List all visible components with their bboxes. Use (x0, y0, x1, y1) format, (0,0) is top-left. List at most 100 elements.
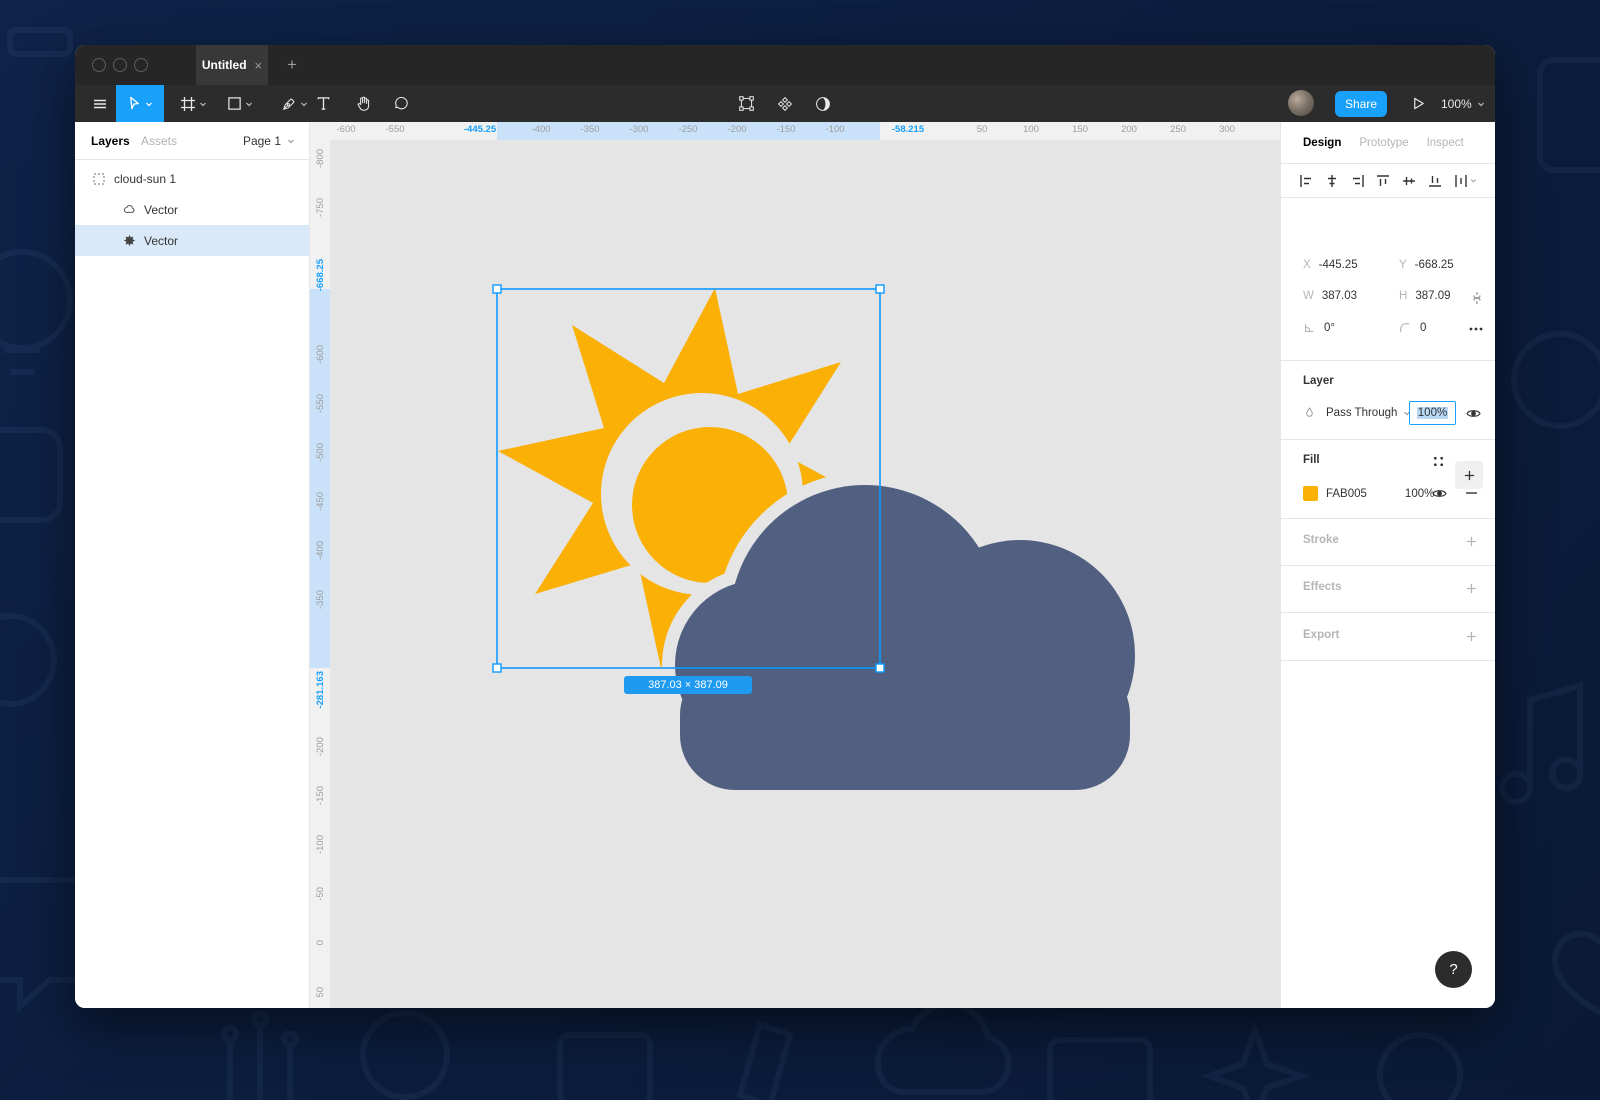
ruler-top[interactable]: -600-550-445.25-400-350-300-250-200-150-… (330, 122, 1280, 140)
user-avatar[interactable] (1288, 90, 1314, 116)
height-field[interactable]: H 387.09 (1399, 290, 1451, 302)
help-button[interactable]: ? (1435, 951, 1472, 988)
fill-opacity-value[interactable]: 100% (1405, 488, 1434, 500)
tab-assets[interactable]: Assets (141, 134, 177, 148)
fill-color-row[interactable]: FAB005 100% (1303, 486, 1434, 501)
blend-mode-value: Pass Through (1326, 407, 1397, 419)
ruler-label: -350 (580, 124, 599, 135)
ruler-label: -50 (310, 874, 330, 914)
selection-handle-bottom-left[interactable] (493, 664, 501, 672)
edit-object-button[interactable] (730, 85, 762, 122)
window-zoom-button[interactable] (134, 58, 148, 72)
share-button[interactable]: Share (1335, 91, 1387, 117)
candles-icon (224, 1013, 296, 1100)
rectangle-tool-icon (227, 96, 242, 111)
remove-fill-button[interactable] (1463, 486, 1479, 500)
add-export-button[interactable] (1463, 629, 1479, 643)
ruler-label: -150 (310, 776, 330, 816)
ruler-label: 50 (977, 124, 988, 135)
circle-icon (1514, 334, 1600, 426)
constrain-proportions-toggle[interactable] (1469, 290, 1485, 306)
layer-name: Vector (144, 234, 178, 248)
effects-section-title: Effects (1303, 581, 1341, 593)
frame-tool-icon (180, 96, 196, 112)
layer-row-vector-sun[interactable]: Vector (75, 225, 309, 256)
ruler-label: -400 (531, 124, 550, 135)
distribute-menu[interactable] (1454, 174, 1477, 188)
rotation-field[interactable]: 0° (1303, 322, 1335, 334)
w-label: W (1303, 290, 1314, 302)
text-tool-button[interactable] (307, 85, 339, 122)
tab-prototype[interactable]: Prototype (1359, 137, 1408, 149)
align-bottom-icon[interactable] (1428, 174, 1442, 188)
corner-radius-icon (1399, 322, 1411, 334)
y-position-field[interactable]: Y -668.25 (1399, 259, 1454, 271)
tab-layers[interactable]: Layers (91, 134, 130, 148)
photo-icon (1050, 1040, 1150, 1100)
chevron-down-icon[interactable] (245, 100, 253, 108)
layer-visibility-toggle[interactable] (1465, 406, 1481, 420)
design-panel: Design Prototype Inspect X -445.25 (1280, 122, 1495, 1008)
present-button[interactable] (1403, 85, 1433, 122)
ruler-label: -750 (310, 188, 330, 228)
file-tab[interactable]: Untitled × (196, 45, 268, 85)
file-tab-title: Untitled (202, 58, 247, 72)
play-icon (1411, 96, 1426, 111)
blend-mode-control[interactable]: Pass Through (1303, 406, 1411, 419)
layer-row-vector-cloud[interactable]: Vector (75, 194, 309, 225)
ruler-left[interactable]: -800-750-668.25-600-550-500-450-400-350-… (310, 140, 330, 1008)
selection-handle-top-right[interactable] (876, 285, 884, 293)
zoom-control[interactable]: 100% (1441, 85, 1485, 122)
square-icon (10, 30, 70, 54)
gear-icon (363, 1013, 447, 1097)
ruler-label: -200 (310, 727, 330, 767)
layer-section-title: Layer (1303, 375, 1334, 387)
square-icon (0, 430, 60, 520)
align-right-icon[interactable] (1351, 174, 1365, 188)
comment-tool-button[interactable] (383, 85, 419, 122)
tablet-icon (1540, 60, 1600, 170)
fill-hex-value[interactable]: FAB005 (1326, 488, 1367, 500)
opacity-input[interactable]: 100% (1409, 401, 1456, 425)
fill-color-swatch[interactable] (1303, 486, 1318, 501)
fill-styles-button[interactable] (1431, 454, 1445, 468)
tab-close-icon[interactable]: × (255, 58, 263, 73)
canvas[interactable]: 387.03 × 387.09 (330, 140, 1280, 1008)
component-icon (777, 96, 793, 112)
window-minimize-button[interactable] (113, 58, 127, 72)
align-top-icon[interactable] (1376, 174, 1390, 188)
fill-visibility-toggle[interactable] (1431, 486, 1447, 500)
divider (1281, 439, 1495, 440)
more-options-button[interactable] (1467, 322, 1485, 336)
add-stroke-button[interactable] (1463, 534, 1479, 548)
ruler-label: 0 (310, 923, 330, 963)
selection-handle-bottom-right[interactable] (876, 664, 884, 672)
new-tab-button[interactable]: + (280, 45, 304, 85)
chevron-down-icon[interactable] (145, 100, 153, 108)
add-fill-button[interactable] (1455, 461, 1483, 489)
corner-radius-field[interactable]: 0 (1399, 322, 1426, 334)
hand-tool-button[interactable] (345, 85, 381, 122)
align-v-center-icon[interactable] (1402, 174, 1416, 188)
frame-tool-button[interactable] (171, 85, 215, 122)
ruler-label: 150 (1072, 124, 1088, 135)
tab-design[interactable]: Design (1303, 137, 1341, 149)
create-component-button[interactable] (769, 85, 801, 122)
chevron-down-icon[interactable] (199, 100, 207, 108)
tab-inspect[interactable]: Inspect (1427, 137, 1464, 149)
main-menu-button[interactable] (83, 85, 117, 122)
align-h-center-icon[interactable] (1325, 174, 1339, 188)
align-left-icon[interactable] (1299, 174, 1313, 188)
shape-tool-button[interactable] (218, 85, 262, 122)
move-tool-button[interactable] (116, 85, 164, 122)
width-field[interactable]: W 387.03 (1303, 290, 1357, 302)
layer-row-frame[interactable]: cloud-sun 1 (75, 163, 309, 194)
mask-icon (815, 96, 831, 112)
add-effect-button[interactable] (1463, 581, 1479, 595)
window-close-button[interactable] (92, 58, 106, 72)
use-as-mask-button[interactable] (807, 85, 839, 122)
selection-handle-top-left[interactable] (493, 285, 501, 293)
x-position-field[interactable]: X -445.25 (1303, 259, 1358, 271)
page-selector[interactable]: Page 1 (243, 134, 295, 148)
ruler-label: -600 (310, 335, 330, 375)
